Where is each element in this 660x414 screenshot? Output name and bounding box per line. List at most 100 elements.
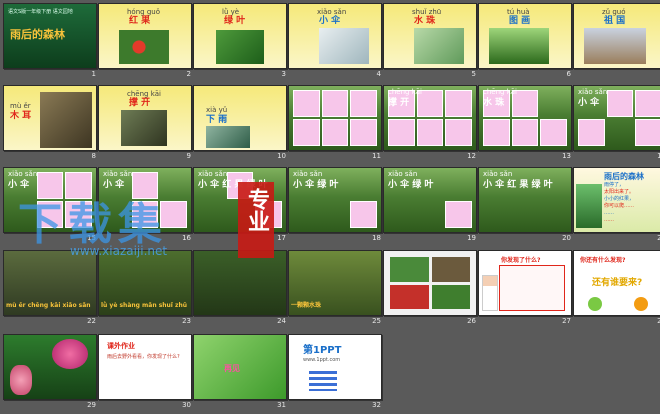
card[interactable] <box>540 201 567 228</box>
slide-thumbnail[interactable]: xià yǔ 下 雨 <box>193 85 287 151</box>
slide-thumbnail[interactable]: xiǎo sǎn 小 伞 红 果 绿 叶 <box>478 167 572 233</box>
card[interactable] <box>293 90 320 117</box>
slide-28[interactable]: 你还有什么发现?还有谁要来?28 <box>573 250 660 330</box>
slide-6[interactable]: tú huà 图 画6 <box>478 3 573 83</box>
slide-thumbnail[interactable]: mù ěr chēng kāi xiǎo sǎn <box>3 250 97 316</box>
slide-thumbnail[interactable]: chēng kāi 撑 开 <box>383 85 477 151</box>
slide-thumbnail[interactable]: xiǎo sǎn 小 伞 <box>288 3 382 69</box>
slide-thumbnail[interactable]: xiǎo sǎn 小 伞 红 果 绿 叶 <box>193 167 287 233</box>
card[interactable] <box>635 90 660 117</box>
card[interactable] <box>103 201 130 228</box>
slide-thumbnail[interactable]: xiǎo sǎn 小 伞 <box>98 167 192 233</box>
slide-23[interactable]: lǜ yè shàng mǎn shuǐ zhū 23 <box>98 250 193 330</box>
slide-9[interactable]: chēng kāi 撑 开9 <box>98 85 193 165</box>
card[interactable] <box>8 201 35 228</box>
card[interactable] <box>417 201 444 228</box>
slide-7[interactable]: zǔ guó祖 国7 <box>573 3 660 83</box>
slide-thumbnail[interactable]: shuǐ zhū 水 珠 <box>383 3 477 69</box>
slide-31[interactable]: 再见 31 <box>193 334 288 414</box>
slide-5[interactable]: shuǐ zhū 水 珠5 <box>383 3 478 83</box>
slide-thumbnail[interactable]: lǜ yè 绿 叶 <box>193 3 287 69</box>
slide-thumbnail[interactable]: 雨后的森林 雨停了， 太阳出来了。 小小的红果， 你可以爬……………… <box>573 167 660 233</box>
slide-thumbnail[interactable]: 你发现了什么? <box>478 250 572 316</box>
card[interactable] <box>36 172 64 199</box>
slide-thumbnail[interactable]: 再见 <box>193 334 287 400</box>
card[interactable] <box>540 119 567 146</box>
slide-29[interactable]: 29 <box>3 334 98 414</box>
card[interactable] <box>635 119 660 146</box>
card[interactable] <box>227 201 254 228</box>
slide-thumbnail[interactable] <box>288 85 382 151</box>
slide-10[interactable]: xià yǔ 下 雨 10 <box>193 85 288 165</box>
card[interactable] <box>578 119 605 146</box>
card[interactable] <box>350 201 377 228</box>
card[interactable] <box>350 90 377 117</box>
card[interactable] <box>65 201 92 228</box>
card[interactable] <box>255 201 282 228</box>
card[interactable] <box>540 90 567 117</box>
card[interactable] <box>416 119 444 146</box>
card[interactable] <box>321 90 349 117</box>
slide-12[interactable]: chēng kāi 撑 开 12 <box>383 85 478 165</box>
slide-1[interactable]: 雨后的森林 语文S版一年级下册 语文园地 1 <box>3 3 98 83</box>
slide-thumbnail[interactable]: 你还有什么发现? 还有谁要来? <box>573 250 660 316</box>
card[interactable] <box>388 119 415 146</box>
card[interactable] <box>131 172 159 199</box>
card[interactable] <box>445 119 472 146</box>
slide-26[interactable]: 26 <box>383 250 478 330</box>
card[interactable] <box>445 201 472 228</box>
card[interactable] <box>160 201 187 228</box>
card[interactable] <box>483 201 510 228</box>
slide-thumbnail[interactable]: mù ěr 木 耳 <box>3 85 97 151</box>
card[interactable] <box>160 172 187 199</box>
slide-thumbnail[interactable]: xiǎo sǎn 小 伞 <box>3 167 97 233</box>
card[interactable] <box>293 201 320 228</box>
card[interactable] <box>512 201 539 228</box>
card[interactable] <box>483 119 510 146</box>
slide-thumbnail[interactable]: 一颗颗水珠 <box>288 250 382 316</box>
slide-thumbnail[interactable]: 课外作业 雨后去野外看看，你发现了什么? <box>98 334 192 400</box>
slide-18[interactable]: xiǎo sǎn 小 伞 绿 叶 18 <box>288 167 383 247</box>
slide-27[interactable]: 你发现了什么? 27 <box>478 250 573 330</box>
slide-thumbnail[interactable]: 第1PPT www.1ppt.com <box>288 334 382 400</box>
slide-thumbnail[interactable]: chēng kāi 水 珠 <box>478 85 572 151</box>
slide-4[interactable]: xiǎo sǎn 小 伞4 <box>288 3 383 83</box>
slide-21[interactable]: 雨后的森林雨停了，太阳出来了。小小的红果，你可以爬………………21 <box>573 167 660 247</box>
slide-32[interactable]: 第1PPT www.1ppt.com 32 <box>288 334 383 414</box>
slide-thumbnail[interactable]: xiǎo sǎn 小 伞 <box>573 85 660 151</box>
card[interactable] <box>511 119 539 146</box>
slide-thumbnail[interactable]: hóng guǒ 红 果 <box>98 3 192 69</box>
card[interactable] <box>350 172 377 199</box>
slide-thumbnail[interactable]: xiǎo sǎn 小 伞 绿 叶 <box>383 167 477 233</box>
card[interactable] <box>350 119 377 146</box>
slide-24[interactable]: 24 <box>193 250 288 330</box>
card[interactable] <box>65 172 92 199</box>
card[interactable] <box>388 201 415 228</box>
slide-thumbnail[interactable] <box>3 334 97 400</box>
slide-25[interactable]: 一颗颗水珠 25 <box>288 250 383 330</box>
slide-15[interactable]: xiǎo sǎn 小 伞 15 <box>3 167 98 247</box>
card[interactable] <box>322 201 349 228</box>
slide-14[interactable]: xiǎo sǎn小 伞14 <box>573 85 660 165</box>
slide-11[interactable]: 11 <box>288 85 383 165</box>
slide-thumbnail[interactable]: lǜ yè shàng mǎn shuǐ zhū <box>98 250 192 316</box>
slide-thumbnail[interactable] <box>383 250 477 316</box>
card[interactable] <box>445 90 472 117</box>
card[interactable] <box>36 201 64 228</box>
slide-16[interactable]: xiǎo sǎn 小 伞 16 <box>98 167 193 247</box>
slide-3[interactable]: lǜ yè 绿 叶3 <box>193 3 288 83</box>
card[interactable] <box>131 201 159 228</box>
slide-13[interactable]: chēng kāi 水 珠 13 <box>478 85 573 165</box>
slide-20[interactable]: xiǎo sǎn 小 伞 红 果 绿 叶 20 <box>478 167 573 247</box>
slide-thumbnail[interactable]: zǔ guó 祖 国 <box>573 3 660 69</box>
card[interactable] <box>321 119 349 146</box>
slide-8[interactable]: mù ěr 木 耳8 <box>3 85 98 165</box>
card[interactable] <box>445 172 472 199</box>
card[interactable] <box>198 201 225 228</box>
card[interactable] <box>293 119 320 146</box>
slide-thumbnail[interactable] <box>193 250 287 316</box>
slide-thumbnail[interactable]: chēng kāi 撑 开 <box>98 85 192 151</box>
card[interactable] <box>606 90 634 117</box>
slide-30[interactable]: 课外作业 雨后去野外看看，你发现了什么? 30 <box>98 334 193 414</box>
slide-17[interactable]: xiǎo sǎn 小 伞 红 果 绿 叶 17 <box>193 167 288 247</box>
